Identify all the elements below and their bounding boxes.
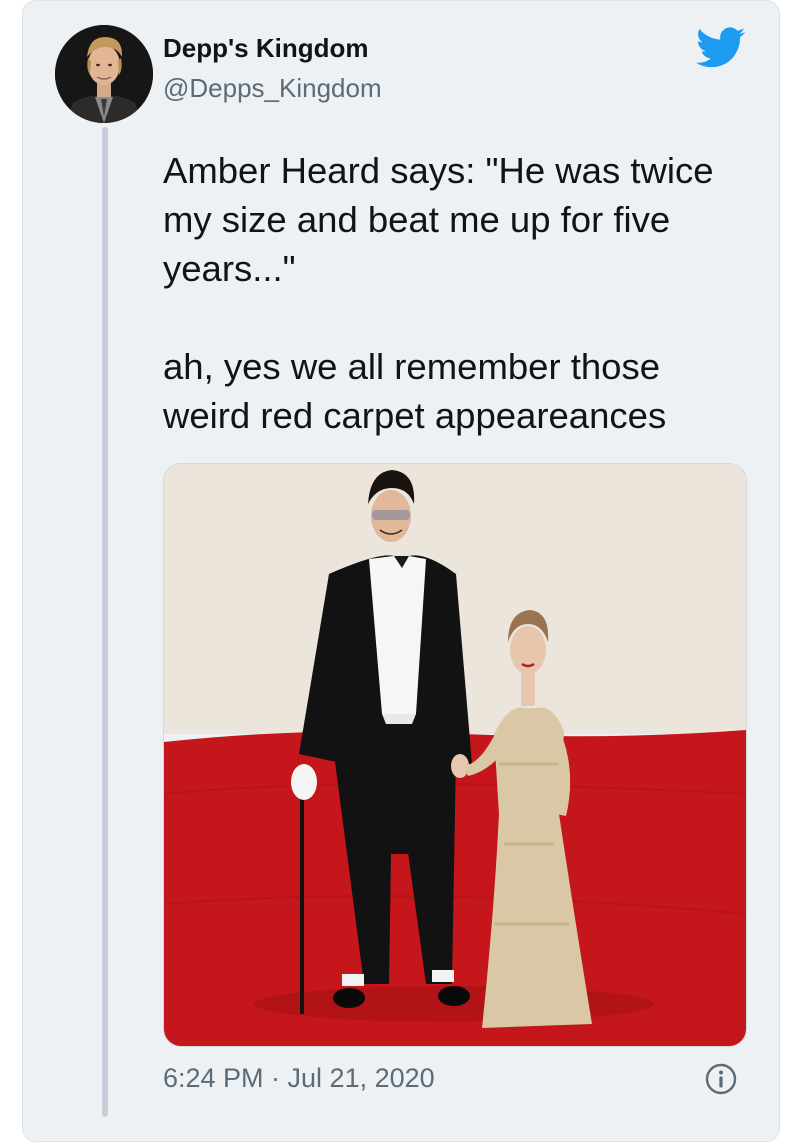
tweet-text: Amber Heard says: "He was twice my size … <box>163 150 714 436</box>
avatar[interactable] <box>55 25 153 123</box>
display-name[interactable]: Depp's Kingdom <box>163 33 369 64</box>
tweet-image[interactable] <box>163 463 747 1047</box>
info-icon[interactable] <box>705 1063 737 1095</box>
tweet-timestamp[interactable]: 6:24 PM · Jul 21, 2020 <box>163 1063 435 1094</box>
thread-line <box>102 127 108 1117</box>
twitter-bird-icon[interactable] <box>696 27 746 69</box>
user-handle[interactable]: @Depps_Kingdom <box>163 73 382 104</box>
